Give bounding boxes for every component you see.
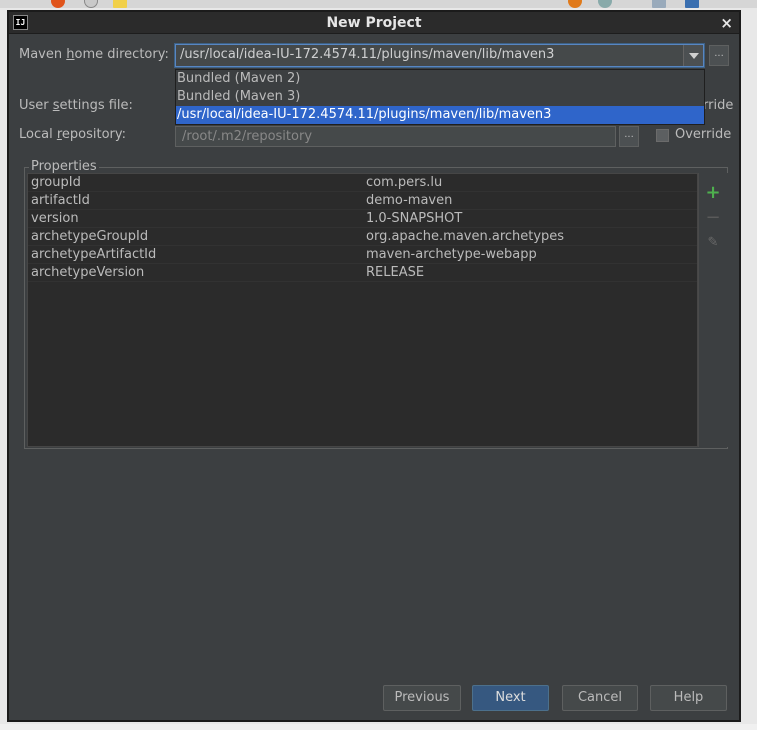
clock-icon (84, 0, 98, 8)
add-property-icon[interactable]: + (705, 184, 721, 202)
property-key: version (31, 211, 79, 226)
property-value[interactable]: org.apache.maven.archetypes (366, 228, 564, 246)
property-value[interactable]: maven-archetype-webapp (366, 246, 537, 264)
maven-home-label: Maven home directory: (19, 47, 169, 62)
property-key: archetypeGroupId (31, 229, 149, 244)
dropdown-option-bundled-maven2[interactable]: Bundled (Maven 2) (176, 70, 704, 88)
user-settings-override-label[interactable]: rride (703, 98, 733, 113)
dropdown-option-bundled-maven3[interactable]: Bundled (Maven 3) (176, 88, 704, 106)
table-row[interactable]: archetypeVersion RELEASE (28, 264, 697, 282)
table-row[interactable]: archetypeGroupId org.apache.maven.archet… (28, 228, 697, 246)
local-repository-browse-button[interactable]: ... (619, 126, 639, 147)
local-repository-label: Local repository: (19, 127, 127, 142)
notes-icon (113, 0, 127, 8)
local-repository-override-checkbox[interactable] (656, 129, 669, 142)
tray-icon-app (685, 0, 699, 8)
next-button[interactable]: Next (472, 685, 549, 711)
tray-icon-fox (568, 0, 582, 8)
chevron-down-icon[interactable] (683, 45, 703, 66)
help-button[interactable]: Help (650, 685, 727, 711)
user-settings-label: User settings file: (19, 98, 133, 113)
properties-toolbar: + − ✎ (698, 173, 728, 447)
new-project-dialog: IJ New Project × Maven home directory: /… (7, 10, 741, 722)
table-row[interactable]: artifactId demo-maven (28, 192, 697, 210)
maven-home-browse-button[interactable]: ... (709, 45, 729, 66)
remove-property-icon[interactable]: − (705, 209, 721, 227)
previous-button[interactable]: Previous (383, 685, 461, 711)
property-value[interactable]: com.pers.lu (366, 174, 442, 192)
properties-table[interactable]: groupId com.pers.lu artifactId demo-mave… (27, 173, 698, 447)
tray-icon-network (598, 0, 612, 8)
property-key: groupId (31, 175, 81, 190)
desktop-taskbar-strip (0, 0, 757, 8)
property-key: archetypeVersion (31, 265, 145, 280)
dropdown-option-custom-maven3[interactable]: /usr/local/idea-IU-172.4574.11/plugins/m… (176, 106, 704, 124)
dialog-title: New Project (326, 15, 422, 31)
property-key: archetypeArtifactId (31, 247, 157, 262)
dialog-titlebar: IJ New Project × (9, 12, 739, 34)
edit-property-icon[interactable]: ✎ (705, 235, 721, 251)
property-key: artifactId (31, 193, 90, 208)
maven-home-dropdown-list: Bundled (Maven 2) Bundled (Maven 3) /usr… (175, 69, 705, 125)
local-repository-field[interactable] (175, 126, 616, 147)
property-value[interactable]: RELEASE (366, 264, 424, 282)
properties-legend: Properties (29, 159, 99, 174)
table-row[interactable]: archetypeArtifactId maven-archetype-weba… (28, 246, 697, 264)
browser-icon (51, 0, 65, 8)
maven-home-value[interactable]: /usr/local/idea-IU-172.4574.11/plugins/m… (180, 47, 554, 62)
desktop-bottom-strip (0, 724, 757, 730)
property-value[interactable]: demo-maven (366, 192, 452, 210)
close-icon[interactable]: × (720, 14, 733, 32)
local-repository-input[interactable] (176, 127, 615, 146)
table-row[interactable]: version 1.0-SNAPSHOT (28, 210, 697, 228)
maven-home-combobox[interactable]: /usr/local/idea-IU-172.4574.11/plugins/m… (175, 44, 704, 67)
property-value[interactable]: 1.0-SNAPSHOT (366, 210, 462, 228)
table-row[interactable]: groupId com.pers.lu (28, 174, 697, 192)
local-repository-override-label[interactable]: Override (675, 127, 731, 142)
cancel-button[interactable]: Cancel (562, 685, 638, 711)
tray-icon-display (652, 0, 666, 8)
